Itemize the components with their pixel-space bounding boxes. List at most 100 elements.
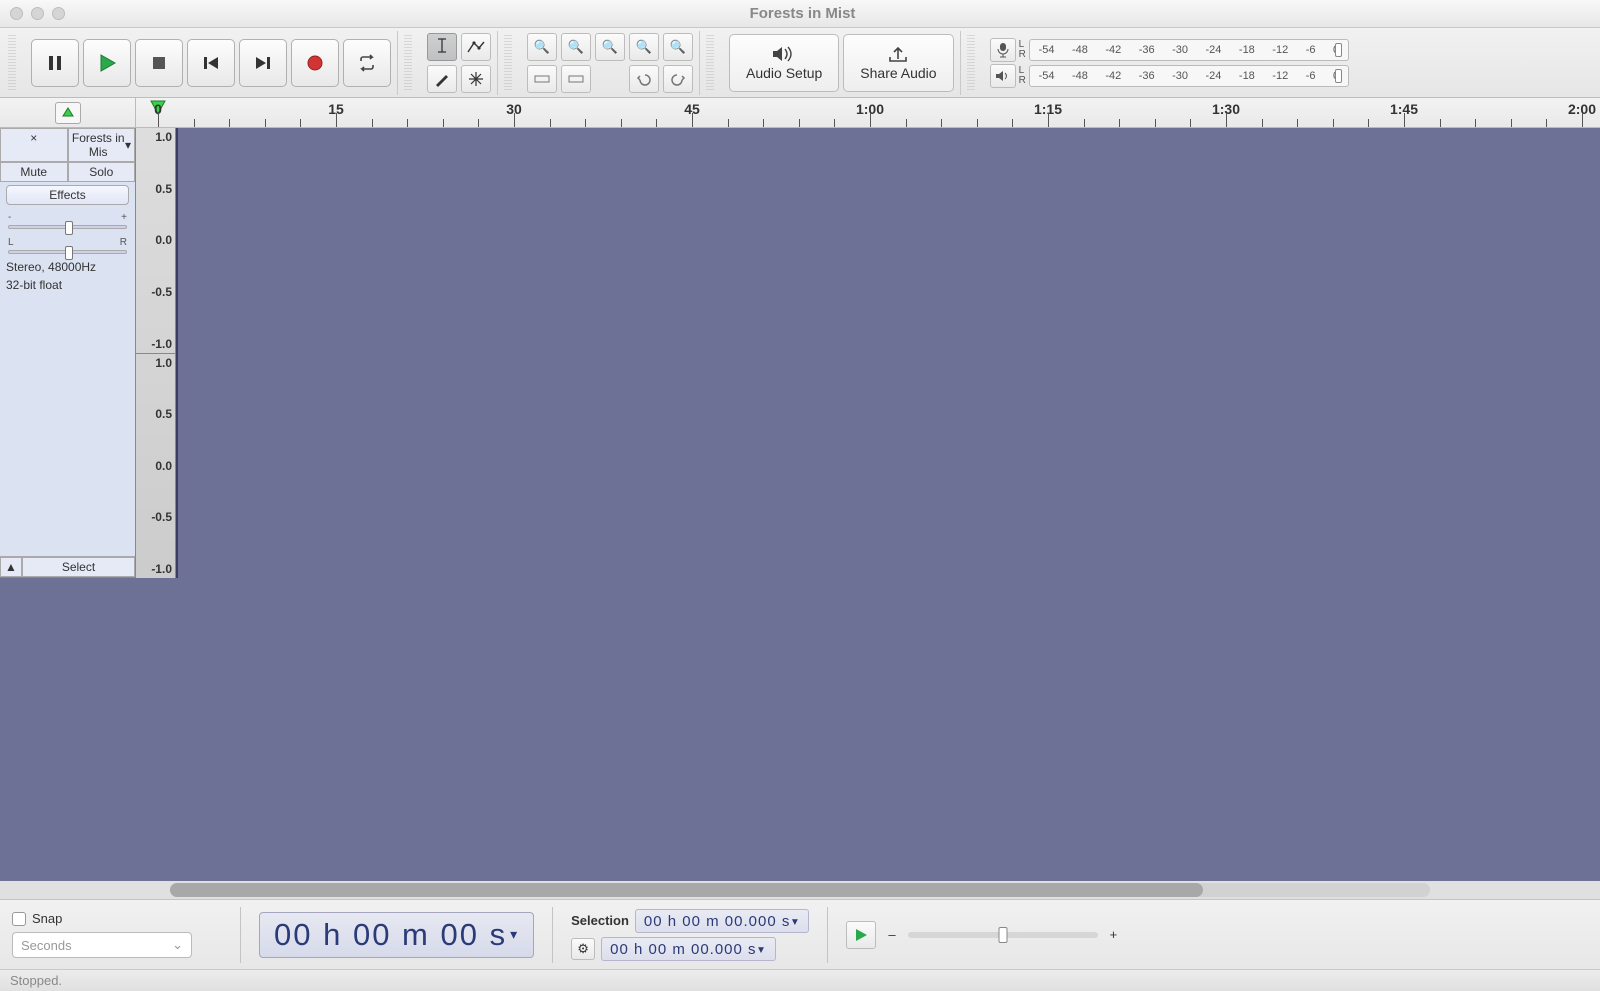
divider xyxy=(240,907,241,963)
stop-button[interactable] xyxy=(135,39,183,87)
amplitude-axis: 1.00.50.0-0.5-1.0 1.00.50.0-0.5-1.0 xyxy=(136,128,176,578)
selection-tool-button[interactable] xyxy=(427,33,457,61)
playback-speed-slider[interactable] xyxy=(908,932,1098,938)
mute-button[interactable]: Mute xyxy=(0,162,68,182)
window-controls xyxy=(10,7,65,20)
multi-tool-button[interactable] xyxy=(461,65,491,93)
toolbar-grip-icon[interactable] xyxy=(404,35,412,91)
track-close-button[interactable]: × xyxy=(0,128,68,162)
window-title: Forests in Mist xyxy=(65,5,1540,22)
pan-slider[interactable]: LR xyxy=(8,237,127,254)
status-text: Stopped. xyxy=(10,973,62,988)
minimize-window-icon[interactable] xyxy=(31,7,44,20)
waveform-display[interactable]: Forests in Mist xyxy=(176,128,178,578)
zoom-toggle-button[interactable]: 🔍 xyxy=(663,33,693,61)
redo-button[interactable] xyxy=(663,65,693,93)
playback-meter-button[interactable] xyxy=(990,64,1016,88)
status-bar: Stopped. xyxy=(0,969,1600,991)
envelope-tool-button[interactable] xyxy=(461,33,491,61)
main-timecode[interactable]: 00 h 00 m 00 s▾ xyxy=(259,912,534,958)
zoom-group: 🔍 🔍 🔍 🔍 🔍 xyxy=(521,31,700,95)
record-meter-lr: LR xyxy=(1019,40,1026,60)
ruler-scale[interactable]: 01530451:001:151:301:452:00 xyxy=(136,98,1600,127)
share-icon xyxy=(887,45,909,63)
selection-start-field[interactable]: 00 h 00 m 00.000 s▾ xyxy=(635,909,809,933)
undo-button[interactable] xyxy=(629,65,659,93)
speaker-icon xyxy=(771,45,797,63)
select-track-button[interactable]: Select xyxy=(22,557,135,577)
zoom-out-button[interactable]: 🔍 xyxy=(561,33,591,61)
meter-handle-icon[interactable] xyxy=(1335,43,1342,57)
track-bitdepth-label: 32-bit float xyxy=(0,276,135,294)
snap-toggle[interactable]: Snap xyxy=(12,911,222,926)
fit-project-button[interactable]: 🔍 xyxy=(629,33,659,61)
chevron-down-icon: ▾ xyxy=(125,138,131,152)
microphone-icon xyxy=(996,42,1010,58)
toolbar-grip-icon[interactable] xyxy=(967,35,975,91)
toolbar-grip-icon[interactable] xyxy=(8,35,16,91)
snap-checkbox[interactable] xyxy=(12,912,26,926)
scrollbar-thumb[interactable] xyxy=(170,883,1203,897)
divider xyxy=(827,907,828,963)
gain-slider[interactable]: -+ xyxy=(8,212,127,229)
toolbar-grip-icon[interactable] xyxy=(504,35,512,91)
selection-end-field[interactable]: 00 h 00 m 00.000 s▾ xyxy=(601,937,775,961)
chevron-down-icon: ▾ xyxy=(510,926,519,943)
pause-button[interactable] xyxy=(31,39,79,87)
speaker-small-icon xyxy=(995,69,1011,83)
track-format-label: Stereo, 48000Hz xyxy=(0,258,135,276)
audio-track: × Forests in Mis▾ Mute Solo Effects -+ L… xyxy=(0,128,178,578)
silence-button[interactable] xyxy=(561,65,591,93)
play-at-speed-button[interactable] xyxy=(846,921,876,949)
solo-button[interactable]: Solo xyxy=(68,162,136,182)
collapse-track-button[interactable]: ▲ xyxy=(0,557,22,577)
loop-button[interactable] xyxy=(343,39,391,87)
snap-unit-label: Seconds xyxy=(21,938,72,953)
meters-group: LR -54-48-42-36-30-24-18-12-60 LR -54-48… xyxy=(984,31,1355,95)
zoom-window-icon[interactable] xyxy=(52,7,65,20)
share-audio-label: Share Audio xyxy=(860,65,936,81)
toolbar-grip-icon[interactable] xyxy=(706,35,714,91)
title-bar: Forests in Mist xyxy=(0,0,1600,28)
close-window-icon[interactable] xyxy=(10,7,23,20)
audio-setup-label: Audio Setup xyxy=(746,65,822,81)
ruler-head xyxy=(0,98,136,127)
selection-settings-button[interactable]: ⚙ xyxy=(571,938,595,960)
transport-group xyxy=(25,31,398,95)
record-meter-button[interactable] xyxy=(990,38,1016,62)
track-menu-button[interactable]: Forests in Mis▾ xyxy=(68,128,136,162)
zoom-plus-label: + xyxy=(1110,927,1118,942)
chevron-down-icon: ⌄ xyxy=(172,937,183,953)
pin-timeline-button[interactable] xyxy=(55,102,81,124)
main-toolbar: 🔍 🔍 🔍 🔍 🔍 Audio Setup Share Audio xyxy=(0,28,1600,98)
playback-meter-lr: LR xyxy=(1019,66,1026,86)
effects-button[interactable]: Effects xyxy=(6,185,129,205)
divider xyxy=(552,907,553,963)
snap-label: Snap xyxy=(32,911,62,926)
play-button[interactable] xyxy=(83,39,131,87)
audio-setup-button[interactable]: Audio Setup xyxy=(729,34,839,92)
record-button[interactable] xyxy=(291,39,339,87)
zoom-in-button[interactable]: 🔍 xyxy=(527,33,557,61)
draw-tool-button[interactable] xyxy=(427,65,457,93)
setup-group: Audio Setup Share Audio xyxy=(723,31,961,95)
tools-group xyxy=(421,31,498,95)
track-control-panel: × Forests in Mis▾ Mute Solo Effects -+ L… xyxy=(0,128,136,578)
skip-start-button[interactable] xyxy=(187,39,235,87)
gear-icon: ⚙ xyxy=(577,941,589,957)
meter-handle-icon[interactable] xyxy=(1335,69,1342,83)
horizontal-scrollbar[interactable] xyxy=(0,881,1600,899)
selection-toolbar: Snap Seconds ⌄ 00 h 00 m 00 s▾ Selection… xyxy=(0,899,1600,969)
fit-selection-button[interactable]: 🔍 xyxy=(595,33,625,61)
zoom-minus-label: – xyxy=(888,927,895,942)
skip-end-button[interactable] xyxy=(239,39,287,87)
timeline-ruler[interactable]: 01530451:001:151:301:452:00 xyxy=(0,98,1600,128)
selection-group: Selection 00 h 00 m 00.000 s▾ ⚙ 00 h 00 … xyxy=(571,909,809,961)
playback-meter-scale[interactable]: -54-48-42-36-30-24-18-12-60 xyxy=(1029,65,1349,87)
record-meter-scale[interactable]: -54-48-42-36-30-24-18-12-60 xyxy=(1029,39,1349,61)
snap-unit-select[interactable]: Seconds ⌄ xyxy=(12,932,192,958)
trim-button[interactable] xyxy=(527,65,557,93)
tracks-area: × Forests in Mis▾ Mute Solo Effects -+ L… xyxy=(0,128,1600,881)
selection-label: Selection xyxy=(571,913,629,928)
share-audio-button[interactable]: Share Audio xyxy=(843,34,953,92)
